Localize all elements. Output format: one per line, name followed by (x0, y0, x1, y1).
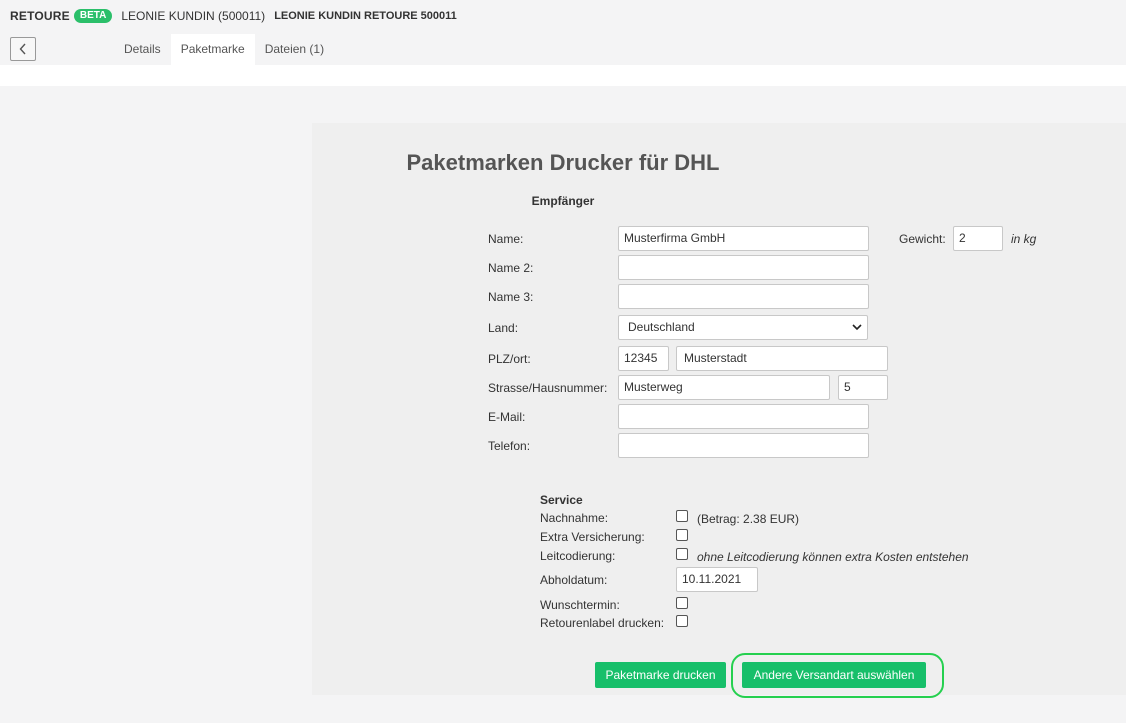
service-title: Service (540, 493, 583, 507)
cod-checkbox[interactable] (676, 510, 688, 522)
tab-bar: Details Paketmarke Dateien (1) (114, 34, 334, 65)
name3-label: Name 3: (488, 290, 534, 304)
tab-paketmarke[interactable]: Paketmarke (170, 34, 255, 65)
insurance-checkbox[interactable] (676, 529, 688, 541)
weight-unit: in kg (1011, 232, 1037, 246)
tab-details[interactable]: Details (114, 34, 171, 65)
beta-badge: BETA (73, 9, 113, 23)
customer-name: LEONIE KUNDIN (500011) (121, 9, 266, 23)
top-bar: RETOURE BETA LEONIE KUNDIN (500011) LEON… (0, 0, 1126, 65)
country-select[interactable]: Deutschland (618, 315, 868, 340)
street-label: Strasse/Hausnummer: (488, 381, 608, 395)
weight-input[interactable]: 2 (953, 226, 1003, 251)
street-input[interactable]: Musterweg (618, 375, 830, 400)
zip-label: PLZ/ort: (488, 352, 531, 366)
cod-label: Nachnahme: (540, 511, 609, 525)
name-input[interactable]: Musterfirma GmbH (618, 226, 869, 251)
zip-input[interactable]: 12345 (618, 346, 669, 371)
page-title: Paketmarken Drucker für DHL (406, 150, 720, 175)
name2-input[interactable] (618, 255, 869, 280)
title-row: RETOURE BETA LEONIE KUNDIN (500011) LEON… (10, 8, 457, 24)
pickup-date-label: Abholdatum: (540, 573, 608, 587)
tab-dateien[interactable]: Dateien (1) (255, 34, 334, 65)
country-label: Land: (488, 321, 519, 335)
phone-input[interactable] (618, 433, 869, 458)
routing-label: Leitcodierung: (540, 549, 616, 563)
name3-input[interactable] (618, 284, 869, 309)
country-selected-value: Deutschland (628, 320, 695, 334)
brand-label: RETOURE (10, 9, 70, 23)
appointment-checkbox[interactable] (676, 597, 688, 609)
print-label-button[interactable]: Paketmarke drucken (595, 662, 726, 688)
email-input[interactable] (618, 404, 869, 429)
appointment-label: Wunschtermin: (540, 598, 620, 612)
pickup-date-input[interactable]: 10.11.2021 (676, 567, 758, 592)
recipient-section-title: Empfänger (531, 194, 595, 208)
button-highlight-ring (731, 653, 944, 698)
cod-amount: (Betrag: 2.38 EUR) (697, 512, 800, 526)
phone-label: Telefon: (488, 439, 531, 453)
name2-label: Name 2: (488, 261, 534, 275)
return-label-label: Retourenlabel drucken: (540, 616, 665, 630)
insurance-label: Extra Versicherung: (540, 530, 645, 544)
content-header-band (0, 65, 1126, 86)
return-label-checkbox[interactable] (676, 615, 688, 627)
back-button[interactable] (10, 37, 36, 61)
routing-checkbox[interactable] (676, 548, 688, 560)
house-number-input[interactable]: 5 (838, 375, 888, 400)
weight-label: Gewicht: (899, 232, 946, 246)
chevron-left-icon (19, 43, 26, 55)
email-label: E-Mail: (488, 410, 526, 424)
name-label: Name: (488, 232, 524, 246)
chevron-down-icon (852, 324, 862, 331)
return-reference: LEONIE KUNDIN RETOURE 500011 (274, 10, 457, 22)
routing-note: ohne Leitcodierung können extra Kosten e… (697, 550, 969, 564)
city-input[interactable]: Musterstadt (676, 346, 888, 371)
